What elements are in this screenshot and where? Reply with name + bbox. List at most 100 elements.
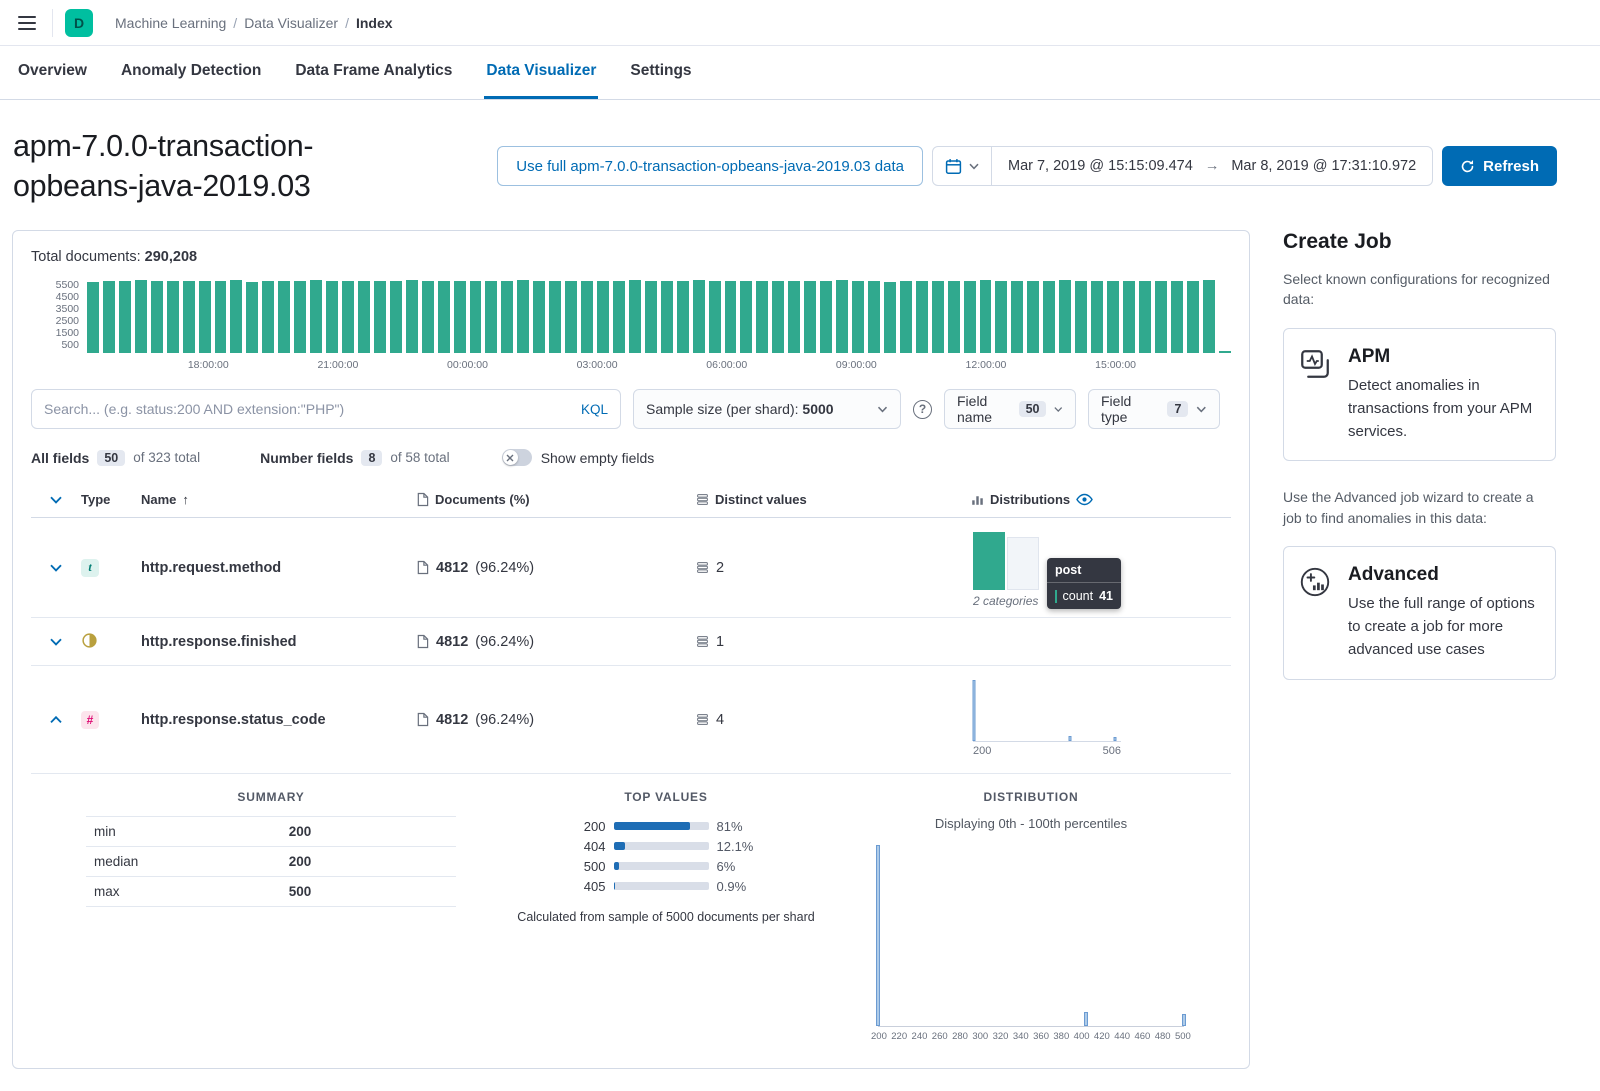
- doc-count-bar: [485, 281, 497, 353]
- doc-count-bar: [278, 281, 290, 353]
- mini-histogram-bar: [1069, 736, 1072, 741]
- help-icon[interactable]: ?: [913, 400, 932, 419]
- deployment-badge[interactable]: D: [65, 9, 93, 37]
- distribution-plot[interactable]: [878, 845, 1184, 1027]
- top-value-row: 20081%: [511, 816, 821, 836]
- number-fields-label: Number fields: [260, 450, 353, 466]
- breadcrumb-machine-learning[interactable]: Machine Learning: [115, 15, 226, 31]
- field-name: http.response.finished: [141, 634, 416, 650]
- doc-count-bar: [1123, 281, 1135, 353]
- distinct-values-cell: 4: [696, 712, 971, 728]
- top-values-title: TOP VALUES: [511, 790, 821, 804]
- table-row-http-response-finished[interactable]: http.response.finished 4812(96.24%) 1: [31, 618, 1231, 666]
- field-name-select[interactable]: Field name 50: [944, 389, 1076, 429]
- tab-data-frame-analytics[interactable]: Data Frame Analytics: [293, 46, 454, 99]
- tab-overview[interactable]: Overview: [16, 46, 89, 99]
- status-code-mini-histogram[interactable]: 200 506: [973, 680, 1121, 757]
- chevron-down-icon: [50, 496, 62, 504]
- document-icon: [416, 560, 429, 575]
- distribution-title: DISTRIBUTION: [871, 790, 1191, 804]
- doc-count-bar: [1027, 281, 1039, 353]
- doc-count-bar: [772, 281, 784, 353]
- chevron-down-icon: [877, 406, 888, 413]
- doc-count-bar: [836, 280, 848, 353]
- doc-count-bar: [151, 281, 163, 353]
- doc-count-bar: [1107, 281, 1119, 353]
- tooltip-title: post: [1047, 558, 1121, 583]
- apm-icon: [1300, 346, 1334, 444]
- all-fields-label: All fields: [31, 450, 89, 466]
- chevron-down-icon: [1196, 406, 1207, 413]
- column-type[interactable]: Type: [81, 492, 141, 507]
- field-name: http.response.status_code: [141, 712, 416, 728]
- top-value-row: 40412.1%: [511, 836, 821, 856]
- date-range-picker: Mar 7, 2019 @ 15:15:09.474 → Mar 8, 2019…: [932, 146, 1433, 186]
- tab-data-visualizer[interactable]: Data Visualizer: [484, 46, 598, 99]
- doc-count-bar: [788, 281, 800, 353]
- number-fields-total: of 58 total: [390, 450, 449, 465]
- apm-job-card[interactable]: APM Detect anomalies in transactions fro…: [1283, 328, 1556, 462]
- date-arrow-icon: →: [1205, 158, 1220, 174]
- doc-count-bar: [246, 282, 258, 353]
- expand-row-button[interactable]: [46, 634, 66, 650]
- breadcrumb-data-visualizer[interactable]: Data Visualizer: [244, 15, 338, 31]
- sort-ascending-icon: ↑: [182, 492, 189, 507]
- distinct-values-cell: 1: [696, 634, 971, 650]
- doc-count-bar: [103, 281, 115, 353]
- data-visualizer-panel: Total documents: 290,208 550045003500250…: [12, 230, 1250, 1069]
- breadcrumb: Machine Learning / Data Visualizer / Ind…: [115, 15, 393, 31]
- menu-icon[interactable]: [14, 12, 40, 34]
- refresh-button[interactable]: Refresh: [1442, 146, 1557, 186]
- total-documents-count: 290,208: [145, 249, 197, 265]
- summary-section: SUMMARY min 200 median 200 max 500: [86, 790, 456, 1042]
- column-documents[interactable]: Documents (%): [416, 492, 696, 507]
- divider: [52, 9, 53, 37]
- tab-settings[interactable]: Settings: [628, 46, 693, 99]
- apm-card-title: APM: [1348, 346, 1539, 368]
- table-row-http-request-method[interactable]: t http.request.method 4812(96.24%) 2 2 c…: [31, 518, 1231, 618]
- date-range: Mar 7, 2019 @ 15:15:09.474 → Mar 8, 2019…: [992, 158, 1432, 174]
- column-distributions[interactable]: Distributions: [971, 492, 1231, 507]
- calendar-dropdown[interactable]: [933, 147, 992, 185]
- doc-count-bar: [804, 281, 816, 353]
- expand-row-button[interactable]: [46, 560, 66, 576]
- field-name: http.request.method: [141, 560, 416, 576]
- category-mini-chart[interactable]: 2 categories: [973, 532, 1045, 608]
- doc-count-bar: [597, 281, 609, 353]
- column-distinct-values[interactable]: Distinct values: [696, 492, 971, 507]
- show-empty-fields-toggle[interactable]: [502, 449, 532, 466]
- search-input[interactable]: [44, 401, 581, 417]
- start-date[interactable]: Mar 7, 2019 @ 15:15:09.474: [1008, 158, 1193, 174]
- end-date[interactable]: Mar 8, 2019 @ 17:31:10.972: [1231, 158, 1416, 174]
- header-controls: Use full apm-7.0.0-transaction-opbeans-j…: [497, 146, 1557, 186]
- sample-size-select[interactable]: Sample size (per shard): 5000: [633, 389, 901, 429]
- doc-count-bar: [900, 281, 912, 353]
- distribution-bar: [1182, 1014, 1186, 1026]
- doc-count-bar: [1203, 280, 1215, 353]
- table-header: Type Name ↑ Documents (%) Distinct value…: [31, 482, 1231, 518]
- search-box: KQL: [31, 389, 621, 429]
- doc-count-bar: [1059, 280, 1071, 353]
- doc-count-bars[interactable]: [87, 277, 1231, 353]
- doc-count-bar: [454, 281, 466, 353]
- collapse-row-button[interactable]: [46, 712, 66, 728]
- advanced-job-card[interactable]: Advanced Use the full range of options t…: [1283, 546, 1556, 680]
- eye-icon[interactable]: [1076, 493, 1093, 506]
- kql-button[interactable]: KQL: [581, 402, 608, 417]
- use-full-data-button[interactable]: Use full apm-7.0.0-transaction-opbeans-j…: [497, 146, 923, 186]
- doc-count-bar: [613, 281, 625, 353]
- doc-count-bar: [501, 281, 513, 353]
- table-row-http-response-status-code[interactable]: # http.response.status_code 4812(96.24%)…: [31, 666, 1231, 774]
- create-job-sidebar: Create Job Select known configurations f…: [1283, 230, 1556, 680]
- field-type-select[interactable]: Field type 7: [1088, 389, 1220, 429]
- doc-count-bar: [87, 282, 99, 353]
- tab-anomaly-detection[interactable]: Anomaly Detection: [119, 46, 263, 99]
- expanded-row-details: SUMMARY min 200 median 200 max 500 TOP V…: [31, 790, 1231, 1042]
- column-name[interactable]: Name ↑: [141, 492, 416, 507]
- mini-axis-max: 506: [1103, 745, 1121, 757]
- show-empty-fields-label: Show empty fields: [541, 450, 655, 466]
- doc-count-bar: [406, 280, 418, 353]
- doc-count-bar: [517, 280, 529, 353]
- tab-bar: Overview Anomaly Detection Data Frame An…: [0, 46, 1600, 100]
- breadcrumb-index: Index: [356, 15, 393, 31]
